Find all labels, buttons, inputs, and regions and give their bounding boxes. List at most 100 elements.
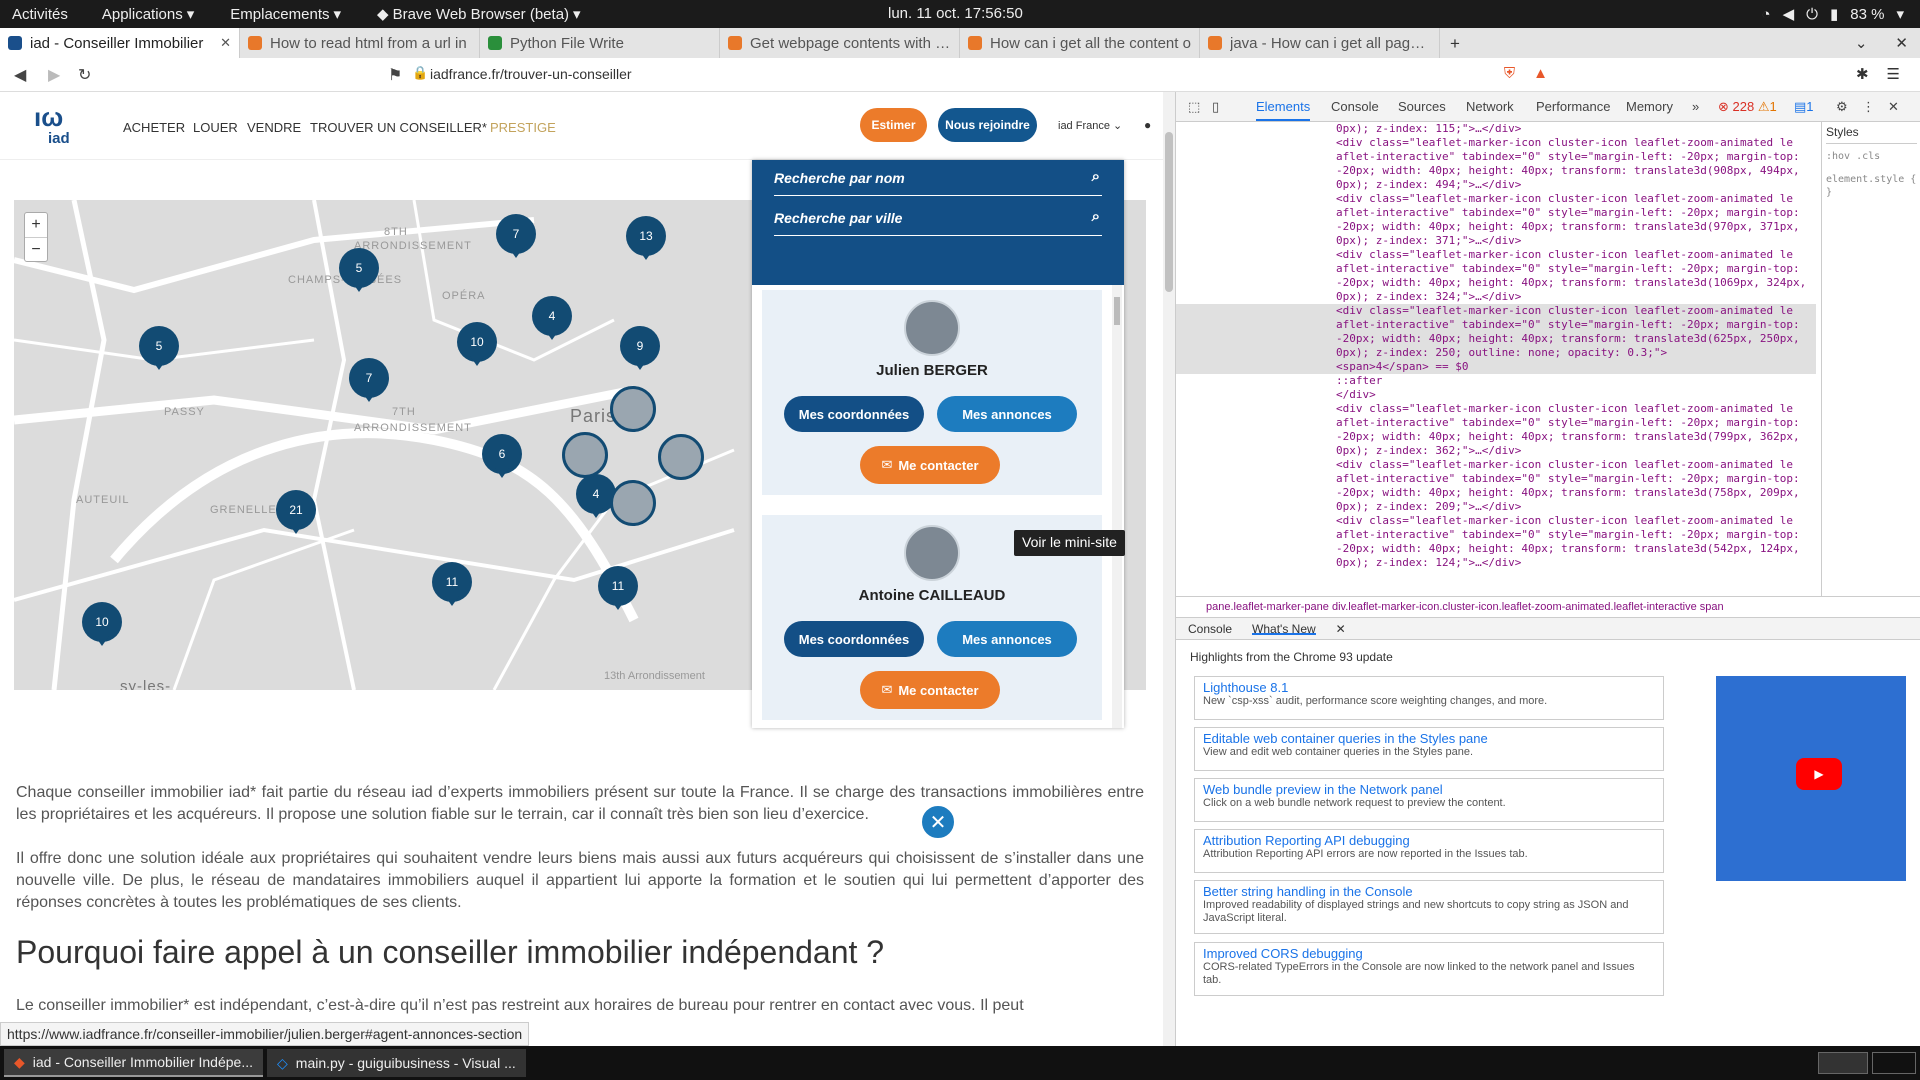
taskbar-item[interactable]: ◆ iad - Conseiller Immobilier Indépe... xyxy=(4,1049,263,1077)
nav-prestige[interactable]: PRESTIGE xyxy=(490,120,556,135)
elements-tree[interactable]: 0px); z-index: 115;">…</div> <div class="… xyxy=(1176,122,1816,596)
dom-node-line[interactable]: -20px; width: 40px; height: 40px; transf… xyxy=(1176,486,1816,500)
dom-node-line[interactable]: 0px); z-index: 115;">…</div> xyxy=(1176,122,1816,136)
annonces-button[interactable]: Mes annonces xyxy=(937,621,1077,657)
close-icon[interactable]: ✕ xyxy=(1888,99,1899,115)
device-icon[interactable]: ▯ xyxy=(1212,99,1219,115)
dom-node-line[interactable]: <div class="leaflet-marker-icon cluster-… xyxy=(1176,458,1816,472)
menu-icon[interactable]: ☰ xyxy=(1887,65,1900,83)
dom-node-line[interactable]: aflet-interactive" tabindex="0" style="m… xyxy=(1176,262,1816,276)
scrollbar-thumb[interactable] xyxy=(1114,297,1120,325)
scrollbar-thumb[interactable] xyxy=(1165,132,1173,292)
drawer-tab-whats-new[interactable]: What's New xyxy=(1252,622,1316,636)
error-count[interactable]: ⊗ 228 ⚠1 xyxy=(1718,99,1777,115)
cluster-marker[interactable]: 10 xyxy=(457,322,497,366)
page-scrollbar[interactable] xyxy=(1163,92,1175,1046)
dom-node-line[interactable]: aflet-interactive" tabindex="0" style="m… xyxy=(1176,416,1816,430)
agent-map-avatar[interactable] xyxy=(658,434,704,480)
whats-new-title[interactable]: Attribution Reporting API debugging xyxy=(1203,833,1655,848)
browser-tab[interactable]: How to read html from a url in xyxy=(240,28,480,58)
cluster-marker[interactable]: 7 xyxy=(496,214,536,258)
workspace-1[interactable] xyxy=(1818,1052,1868,1074)
whats-new-item[interactable]: Web bundle preview in the Network panel C… xyxy=(1194,778,1664,822)
zoom-in-button[interactable]: + xyxy=(25,213,47,238)
nav-acheter[interactable]: ACHETER xyxy=(123,120,185,135)
dom-node-line[interactable]: <div class="leaflet-marker-icon cluster-… xyxy=(1176,136,1816,150)
system-tray[interactable]: ◔ ◀ ⏻ ▮ 83 % ▾ xyxy=(1762,5,1904,24)
whats-new-title[interactable]: Editable web container queries in the St… xyxy=(1203,731,1655,746)
dom-node-line[interactable]: <div class="leaflet-marker-icon cluster-… xyxy=(1176,304,1816,318)
browser-tab[interactable]: Get webpage contents with Py xyxy=(720,28,960,58)
whats-new-video-thumbnail[interactable]: ▶ xyxy=(1716,676,1906,881)
dom-node-line[interactable]: 0px); z-index: 324;">…</div> xyxy=(1176,290,1816,304)
tab-console[interactable]: Console xyxy=(1331,99,1379,114)
account-icon[interactable]: ● xyxy=(1144,118,1151,132)
dom-node-line[interactable]: aflet-interactive" tabindex="0" style="m… xyxy=(1176,150,1816,164)
search-name-input[interactable]: Recherche par nom ⌕ xyxy=(774,162,1102,196)
drawer-tab-console[interactable]: Console xyxy=(1188,622,1232,636)
reload-icon[interactable]: ↻ xyxy=(78,65,91,85)
new-tab-button[interactable]: + xyxy=(1450,34,1460,53)
coordonnees-button[interactable]: Mes coordonnées xyxy=(784,396,924,432)
cluster-marker[interactable]: 11 xyxy=(598,566,638,610)
estimer-button[interactable]: Estimer xyxy=(860,108,927,142)
annonces-button[interactable]: Mes annonces xyxy=(937,396,1077,432)
browser-tab[interactable]: How can i get all the content o xyxy=(960,28,1200,58)
nav-trouver-conseiller[interactable]: TROUVER UN CONSEILLER* xyxy=(310,120,487,135)
activities-button[interactable]: Activités xyxy=(12,6,68,23)
dom-node-line[interactable]: aflet-interactive" tabindex="0" style="m… xyxy=(1176,528,1816,542)
tab-sources[interactable]: Sources xyxy=(1398,99,1446,114)
dom-node-line[interactable]: <div class="leaflet-marker-icon cluster-… xyxy=(1176,514,1816,528)
cluster-marker[interactable]: 13 xyxy=(626,216,666,260)
cluster-marker[interactable]: 7 xyxy=(349,358,389,402)
agent-map-avatar[interactable] xyxy=(562,432,608,478)
styles-tab[interactable]: Styles xyxy=(1826,126,1917,144)
whats-new-item[interactable]: Improved CORS debugging CORS-related Type… xyxy=(1194,942,1664,996)
cluster-marker[interactable]: 10 xyxy=(82,602,122,646)
whats-new-item[interactable]: Lighthouse 8.1 New `csp-xss` audit, perfo… xyxy=(1194,676,1664,720)
coordonnees-button[interactable]: Mes coordonnées xyxy=(784,621,924,657)
settings-icon[interactable]: ⚙ xyxy=(1836,99,1848,115)
contact-button[interactable]: ✉ Me contacter xyxy=(860,446,1000,484)
whats-new-item[interactable]: Attribution Reporting API debugging Attri… xyxy=(1194,829,1664,873)
dom-node-line[interactable]: -20px; width: 40px; height: 40px; transf… xyxy=(1176,220,1816,234)
whats-new-item[interactable]: Better string handling in the Console Imp… xyxy=(1194,880,1664,934)
hov-cls-toolbar[interactable]: :hov .cls xyxy=(1826,150,1917,163)
dom-node-line[interactable]: aflet-interactive" tabindex="0" style="m… xyxy=(1176,206,1816,220)
dom-node-line[interactable]: ::after xyxy=(1176,374,1816,388)
cluster-marker[interactable]: 21 xyxy=(276,490,316,534)
back-icon[interactable]: ◀ xyxy=(14,65,26,85)
dom-node-line[interactable]: </div> xyxy=(1176,388,1816,402)
browser-tab[interactable]: iad - Conseiller Immobilier ✕ xyxy=(0,28,240,58)
workspace-2[interactable] xyxy=(1872,1052,1916,1074)
cluster-marker[interactable]: 6 xyxy=(482,434,522,478)
rewards-icon[interactable]: ▲ xyxy=(1533,65,1548,83)
places-menu[interactable]: Emplacements ▾ xyxy=(230,5,341,24)
dom-node-line[interactable]: 0px); z-index: 362;">…</div> xyxy=(1176,444,1816,458)
message-count[interactable]: ▤1 xyxy=(1794,99,1814,115)
styles-pane[interactable]: Styles :hov .cls element.style {} xyxy=(1821,122,1920,596)
dom-node-line[interactable]: 0px); z-index: 371;">…</div> xyxy=(1176,234,1816,248)
browser-tab[interactable]: Python File Write xyxy=(480,28,720,58)
extensions-icon[interactable]: ✱ xyxy=(1856,65,1869,83)
inspect-icon[interactable]: ⬚ xyxy=(1188,99,1200,115)
close-icon[interactable]: ✕ xyxy=(1336,622,1346,636)
dom-node-line[interactable]: -20px; width: 40px; height: 40px; transf… xyxy=(1176,332,1816,346)
nav-vendre[interactable]: VENDRE xyxy=(247,120,301,135)
rejoindre-button[interactable]: Nous rejoindre xyxy=(938,108,1037,142)
cluster-marker[interactable]: 5 xyxy=(339,248,379,292)
app-menu[interactable]: ◆ Brave Web Browser (beta) ▾ xyxy=(377,5,581,24)
whats-new-title[interactable]: Web bundle preview in the Network panel xyxy=(1203,782,1655,797)
dom-node-line[interactable]: -20px; width: 40px; height: 40px; transf… xyxy=(1176,276,1816,290)
cluster-marker[interactable]: 9 xyxy=(620,326,660,370)
dom-node-line[interactable]: <div class="leaflet-marker-icon cluster-… xyxy=(1176,402,1816,416)
tab-search-icon[interactable]: ⌄ xyxy=(1855,34,1868,52)
breadcrumb[interactable]: pane.leaflet-marker-pane div.leaflet-mar… xyxy=(1176,596,1920,618)
iad-logo[interactable]: ıω iad xyxy=(34,102,82,148)
dom-node-line[interactable]: aflet-interactive" tabindex="0" style="m… xyxy=(1176,472,1816,486)
whats-new-title[interactable]: Lighthouse 8.1 xyxy=(1203,680,1655,695)
whats-new-item[interactable]: Editable web container queries in the St… xyxy=(1194,727,1664,771)
shield-icon[interactable]: ⛨ xyxy=(1504,65,1515,83)
forward-icon[interactable]: ▶ xyxy=(48,65,60,85)
dom-node-line[interactable]: 0px); z-index: 494;">…</div> xyxy=(1176,178,1816,192)
